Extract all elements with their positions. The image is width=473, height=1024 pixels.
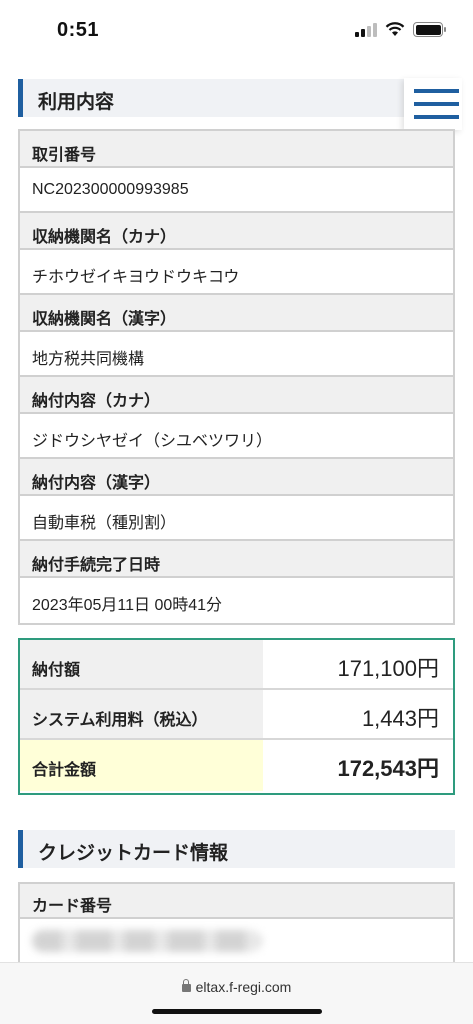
- payment-content-kanji-value: 自動車税（種別割）: [20, 496, 453, 541]
- payment-content-kanji-label: 納付内容（漢字）: [20, 459, 453, 496]
- agency-name-kanji-value: 地方税共同機構: [20, 332, 453, 377]
- status-time: 0:51: [57, 19, 100, 41]
- card-section-header: クレジットカード情報: [18, 830, 455, 868]
- payment-amount-label: 納付額: [20, 640, 263, 688]
- total-amount-value: 172,543円: [263, 740, 453, 791]
- status-icons: [355, 22, 446, 37]
- payment-amount-value: 171,100円: [263, 640, 453, 688]
- usage-section-header: 利用内容: [18, 79, 455, 117]
- browser-url-bar[interactable]: eltax.f-regi.com: [0, 962, 473, 1024]
- cellular-signal-icon: [355, 22, 377, 37]
- agency-name-kanji-label: 収納機関名（漢字）: [20, 295, 453, 332]
- hamburger-icon: [414, 89, 459, 93]
- system-fee-value: 1,443円: [263, 690, 453, 738]
- home-indicator[interactable]: [152, 1009, 322, 1014]
- url-text: eltax.f-regi.com: [195, 979, 292, 995]
- completion-datetime-value: 2023年05月11日 00時41分: [20, 578, 453, 623]
- agency-name-kana-value: チホウゼイキヨウドウキコウ: [20, 250, 453, 295]
- total-amount-label: 合計金額: [20, 740, 263, 791]
- transaction-number-label: 取引番号: [20, 131, 453, 168]
- payment-content-kana-label: 納付内容（カナ）: [20, 377, 453, 414]
- status-bar: 0:51: [0, 0, 473, 62]
- menu-button[interactable]: [404, 78, 462, 130]
- wifi-icon: [385, 22, 405, 36]
- battery-icon: [413, 22, 446, 37]
- completion-datetime-label: 納付手続完了日時: [20, 541, 453, 578]
- usage-info-table: 取引番号 NC202300000993985 収納機関名（カナ） チホウゼイキヨ…: [18, 129, 455, 625]
- agency-name-kana-label: 収納機関名（カナ）: [20, 213, 453, 250]
- transaction-number-value: NC202300000993985: [20, 168, 453, 213]
- card-number-label: カード番号: [20, 884, 453, 919]
- usage-section-title: 利用内容: [38, 92, 115, 113]
- lock-icon: [181, 979, 191, 992]
- card-section-title: クレジットカード情報: [38, 843, 229, 864]
- payment-amount-row: 納付額 171,100円: [20, 640, 453, 690]
- total-amount-row: 合計金額 172,543円: [20, 740, 453, 791]
- system-fee-label: システム利用料（税込）: [20, 690, 263, 738]
- amount-table: 納付額 171,100円 システム利用料（税込） 1,443円 合計金額 172…: [18, 638, 455, 795]
- payment-content-kana-value: ジドウシヤゼイ（シユベツワリ）: [20, 414, 453, 459]
- card-number-masked-value: [32, 930, 262, 952]
- system-fee-row: システム利用料（税込） 1,443円: [20, 690, 453, 740]
